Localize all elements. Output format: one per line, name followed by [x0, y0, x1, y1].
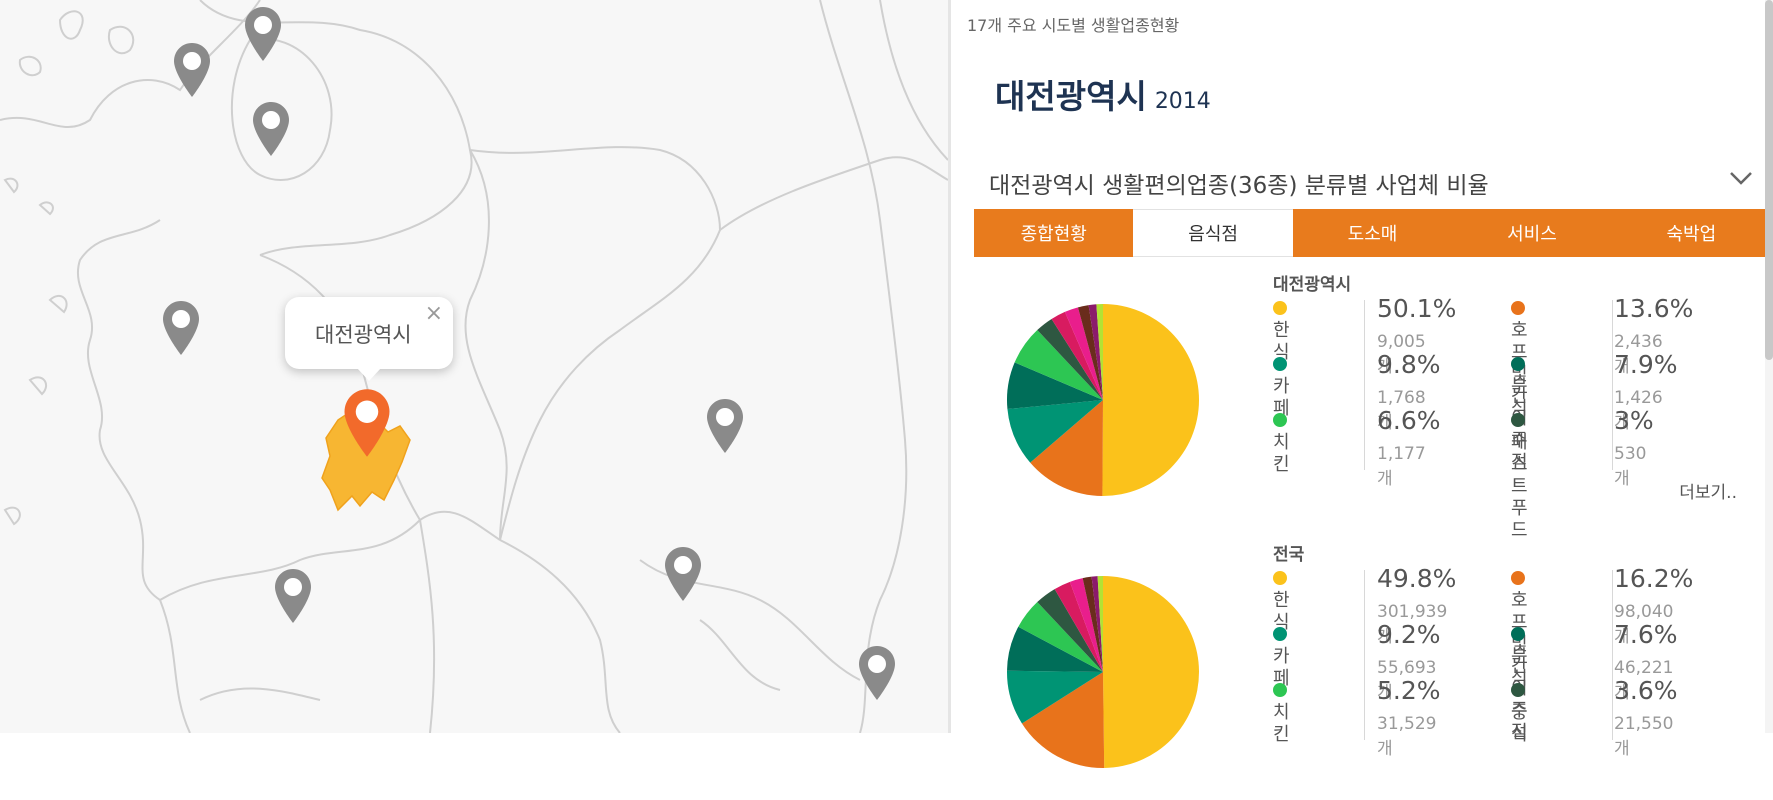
stat-count: 31,529개 — [1377, 714, 1437, 759]
tab-restaurant[interactable]: 음식점 — [1133, 209, 1293, 257]
location-pin-icon[interactable] — [664, 546, 702, 602]
stat-percent: 6.6% — [1377, 406, 1441, 435]
tab-overall[interactable]: 종합현황 — [974, 209, 1134, 257]
legend-dot-icon — [1511, 683, 1525, 697]
location-pin-icon[interactable] — [252, 101, 290, 157]
page-title: 대전광역시 2014 — [995, 70, 1211, 118]
location-pin-icon[interactable] — [274, 568, 312, 624]
more-link[interactable]: 더보기.. — [1679, 478, 1737, 503]
location-pin-icon[interactable] — [173, 42, 211, 98]
stat-percent: 7.6% — [1614, 620, 1678, 649]
legend-dot-icon — [1273, 683, 1287, 697]
tab-lodging[interactable]: 숙박업 — [1611, 209, 1772, 257]
region-popup: 대전광역시 × — [285, 297, 453, 381]
scrollbar-thumb[interactable] — [1765, 0, 1773, 360]
location-pin-icon[interactable] — [244, 6, 282, 62]
stat-percent: 49.8% — [1377, 564, 1457, 593]
region-name: 대전광역시 — [995, 77, 1147, 116]
popup-title: 대전광역시 — [315, 323, 412, 347]
national-pie-chart — [1007, 576, 1200, 768]
stat-percent: 16.2% — [1614, 564, 1694, 593]
popup-tail — [357, 368, 381, 381]
legend-dot-icon — [1273, 571, 1287, 585]
stat-percent: 50.1% — [1377, 294, 1457, 323]
region-pie-chart — [1007, 304, 1199, 496]
stat-name: 치킨 — [1273, 410, 1294, 476]
stat-name: 중식 — [1511, 680, 1532, 746]
stat-percent: 13.6% — [1614, 294, 1694, 323]
year-label: 2014 — [1154, 89, 1211, 114]
divider-line — [1364, 300, 1365, 470]
stat-name: 패스트 푸드 — [1511, 410, 1532, 542]
legend-dot-icon — [1273, 357, 1287, 371]
tab-retail[interactable]: 도소매 — [1292, 209, 1453, 257]
location-pin-icon[interactable] — [858, 645, 896, 701]
stat-count: 21,550개 — [1614, 714, 1674, 759]
legend-dot-icon — [1273, 413, 1287, 427]
stat-name: 치킨 — [1273, 680, 1294, 746]
stat-percent: 9.8% — [1377, 350, 1441, 379]
pie-slice[interactable] — [1103, 576, 1200, 768]
stat-count: 1,177개 — [1377, 444, 1426, 489]
stat-percent: 5.2% — [1377, 676, 1441, 705]
breadcrumb: 17개 주요 시도별 생활업종현황 — [967, 16, 1180, 35]
stat-percent: 9.2% — [1377, 620, 1441, 649]
block-title: 전국 — [1273, 545, 1305, 565]
scrollbar[interactable] — [1765, 0, 1773, 733]
stat-percent: 3.6% — [1614, 676, 1678, 705]
legend-dot-icon — [1511, 301, 1525, 315]
category-tabs: 종합현황 음식점 도소매 서비스 숙박업 — [974, 209, 1772, 257]
close-icon[interactable]: × — [425, 301, 443, 326]
info-panel: 17개 주요 시도별 생활업종현황 대전광역시 2014 대전광역시 생활편의업종… — [951, 0, 1773, 768]
legend-dot-icon — [1511, 413, 1525, 427]
legend-dot-icon — [1511, 357, 1525, 371]
chevron-down-icon[interactable] — [1729, 170, 1753, 186]
region-stats-block: 대전광역시 한식 50.1% 9,005개 카페 9.8% 1,768개 치킨 6.6% 1,1… — [951, 270, 1773, 541]
section-title: 대전광역시 생활편의업종(36종) 분류별 사업체 비율 — [989, 173, 1489, 199]
stat-percent: 7.9% — [1614, 350, 1678, 379]
national-stats-block: 전국 한식 49.8% 301,939개 카페 9.2% 55,693개 치킨 5.2% 31,… — [951, 540, 1773, 800]
selected-location-pin-icon[interactable] — [343, 388, 391, 458]
block-title: 대전광역시 — [1273, 275, 1352, 295]
tab-service[interactable]: 서비스 — [1452, 209, 1612, 257]
province-boundaries — [0, 0, 948, 733]
location-pin-icon[interactable] — [162, 300, 200, 356]
legend-dot-icon — [1511, 627, 1525, 641]
pie-slice[interactable] — [1102, 304, 1199, 496]
legend-dot-icon — [1511, 571, 1525, 585]
location-pin-icon[interactable] — [706, 398, 744, 454]
divider-line — [1364, 570, 1365, 740]
stat-percent: 3% — [1614, 406, 1654, 435]
stat-count: 530개 — [1614, 444, 1647, 489]
divider-line — [1612, 300, 1613, 470]
legend-dot-icon — [1273, 627, 1287, 641]
map-area[interactable]: 대전광역시 × — [0, 0, 948, 733]
divider-line — [1612, 570, 1613, 740]
legend-dot-icon — [1273, 301, 1287, 315]
